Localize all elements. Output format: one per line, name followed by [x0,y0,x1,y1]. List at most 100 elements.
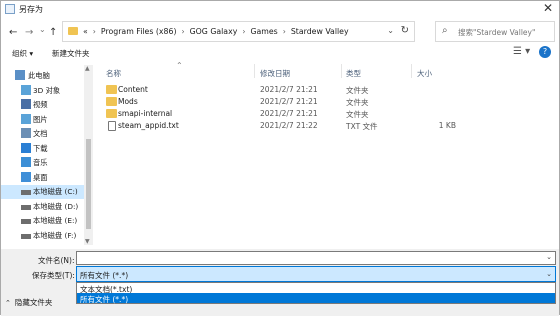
sidebar-item[interactable]: 此电脑 [1,69,87,83]
file-row[interactable]: Content 2021/2/7 21:21 文件夹 [101,84,559,96]
column-divider[interactable] [254,64,255,78]
sidebar-item[interactable]: 音乐 [1,156,87,170]
navigation-pane: 此电脑 3D 对象视频图片文档下载音乐桌面 本地磁盘 (C:) 本地磁盘 (D:) 本地… [1,65,93,245]
file-name: Content [118,85,148,94]
close-icon[interactable]: ✕ [543,1,553,15]
chevron-up-icon: ⌃ [5,299,11,307]
sidebar-item-label: 下载 [33,143,48,153]
title-bar: 另存为 ✕ [1,1,559,18]
help-icon[interactable]: ? [539,46,551,58]
organize-button[interactable]: 组织 ▾ [12,48,33,59]
sidebar-item-label: 图片 [33,114,48,124]
picture-icon [21,113,31,124]
hide-folders-label: 隐藏文件夹 [14,298,53,307]
file-date: 2021/2/7 21:21 [260,85,318,94]
sidebar-item-label: 本地磁盘 (D:) [33,201,79,211]
sidebar-item[interactable]: 本地磁盘 (E:) [1,214,87,228]
file-name: Mods [118,97,138,106]
back-arrow-icon[interactable]: ← [9,27,17,38]
desktop-icon [21,171,31,182]
breadcrumb-separator-icon: › [242,27,246,36]
text-file-icon [108,121,116,131]
forward-arrow-icon[interactable]: → [25,27,33,38]
address-bar[interactable]: « › Program Files (x86) › GOG Galaxy › Games › S… [62,21,415,42]
breadcrumb-games[interactable]: Games [250,27,277,36]
sidebar-item-label: 此电脑 [28,71,50,80]
breadcrumb-separator-icon: › [282,27,286,36]
app-icon [5,4,15,14]
breadcrumb-stardew-valley[interactable]: Stardew Valley [291,27,349,36]
breadcrumb-separator-icon: › [181,27,185,36]
filename-input[interactable]: ⌄ [76,251,556,265]
hide-folders-button[interactable]: ⌃ 隐藏文件夹 [5,297,52,308]
sidebar-item-label: 3D 对象 [33,85,61,95]
refresh-icon[interactable]: ↻ [401,25,409,36]
recent-dropdown-icon[interactable]: ⌄ [39,25,46,34]
drive-icon [21,204,31,210]
breadcrumb: « › Program Files (x86) › GOG Galaxy › Games › S… [83,27,349,36]
sidebar-item-label: 本地磁盘 (F:) [33,230,77,240]
scroll-down-icon[interactable]: ▼ [85,238,90,245]
folder-icon [106,109,117,118]
sidebar-item[interactable]: 下载 [1,142,87,156]
navigation-scrollbar[interactable]: ▲ ▼ [84,65,93,245]
file-name: steam_appid.txt [118,121,179,130]
sidebar-item[interactable]: 图片 [1,113,87,127]
chevron-down-icon[interactable]: ⌄ [387,26,394,35]
file-row[interactable]: steam_appid.txt 2021/2/7 21:22 TXT 文件 1 KB [101,120,559,132]
scrollbar-thumb[interactable] [86,139,91,229]
sidebar-item[interactable]: 3D 对象 [1,84,87,98]
file-row[interactable]: Mods 2021/2/7 21:21 文件夹 [101,96,559,108]
sort-ascending-icon: ⌃ [176,61,183,70]
sidebar-item-label: 视频 [33,100,48,109]
file-type: 文件夹 [346,98,369,107]
column-date[interactable]: 修改日期 [260,68,290,79]
file-name: smapi-internal [118,109,173,118]
new-folder-button[interactable]: 新建文件夹 [52,48,90,59]
filetype-label: 保存类型(T): [32,271,75,280]
search-input[interactable]: 搜索"Stardew Valley" [458,27,535,38]
chevron-down-icon[interactable]: ⌄ [546,270,552,278]
save-as-dialog: 另存为 ✕ ← → ⌄ ↑ « › Program Files (x86) › GOG … [0,0,560,316]
sidebar-item[interactable]: 桌面 [1,171,87,185]
breadcrumb-separator-icon: › [92,27,96,36]
folder-icon [106,97,117,106]
breadcrumb-program-files[interactable]: Program Files (x86) [101,27,177,36]
folder-icon [106,85,117,94]
sidebar-item-label: 本地磁盘 (E:) [33,216,78,225]
file-type: 文件夹 [346,86,369,95]
drive-icon [21,190,31,195]
file-date: 2021/2/7 21:22 [260,121,318,130]
sidebar-item-label: 音乐 [33,158,48,167]
view-options-icon[interactable]: ☰ ▾ [513,46,530,57]
column-divider[interactable] [341,64,342,78]
column-name[interactable]: 名称 [106,68,121,79]
filetype-select[interactable]: 所有文件 (*.*) ⌄ [76,266,556,282]
breadcrumb-gog-galaxy[interactable]: GOG Galaxy [190,27,238,36]
option-label: 所有文件 (*.*) [80,295,129,304]
file-date: 2021/2/7 21:21 [260,109,318,118]
sidebar-item[interactable]: 本地磁盘 (C:) [1,185,87,199]
sidebar-item[interactable]: 本地磁盘 (D:) [1,200,87,214]
window-title: 另存为 [19,5,43,14]
up-arrow-icon[interactable]: ↑ [49,27,57,38]
file-size: 1 KB [438,121,456,130]
sidebar-item[interactable]: 视频 [1,98,87,112]
sidebar-item[interactable]: 文档 [1,127,87,141]
scroll-up-icon[interactable]: ▲ [85,65,90,72]
chevron-down-icon[interactable]: ⌄ [546,253,552,261]
column-size[interactable]: 大小 [417,68,432,79]
search-icon: ⌕ [442,25,448,36]
search-box[interactable]: ⌕ 搜索"Stardew Valley" [435,21,555,42]
file-type: 文件夹 [346,110,369,119]
column-type[interactable]: 类型 [346,68,361,79]
sidebar-item[interactable]: 本地磁盘 (G:) [1,243,87,245]
filetype-option-txt[interactable]: 文本文档(*.txt) [77,283,555,294]
column-divider[interactable] [411,64,412,78]
filename-label: 文件名(N): [38,256,75,265]
video-icon [21,99,31,109]
breadcrumb-overflow[interactable]: « [83,27,88,36]
filetype-option-all[interactable]: 所有文件 (*.*) [77,293,555,304]
sidebar-item[interactable]: 本地磁盘 (F:) [1,229,87,243]
file-row[interactable]: smapi-internal 2021/2/7 21:21 文件夹 [101,108,559,120]
